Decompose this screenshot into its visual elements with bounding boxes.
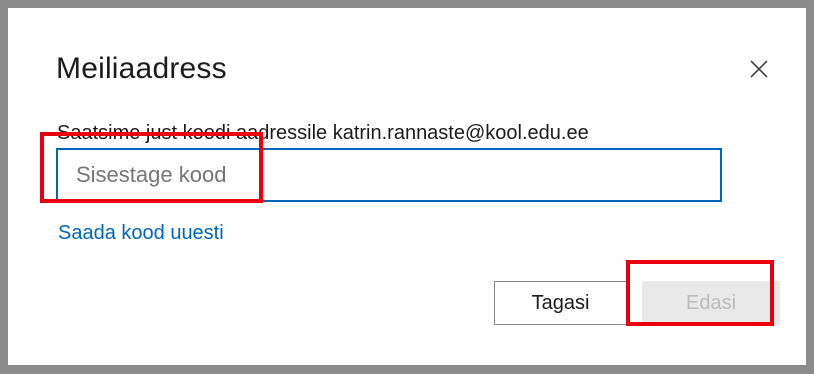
resend-code-link[interactable]: Saada kood uuesti	[58, 222, 224, 245]
code-sent-info: Saatsime just koodi aadressile katrin.ra…	[57, 122, 589, 144]
next-button[interactable]: Edasi	[642, 281, 780, 325]
back-button[interactable]: Tagasi	[494, 281, 627, 325]
close-icon	[750, 60, 768, 78]
email-verification-dialog: Meiliaadress Saatsime just koodi aadress…	[8, 8, 806, 365]
code-input[interactable]	[56, 148, 722, 202]
dialog-title: Meiliaadress	[56, 52, 227, 85]
close-button[interactable]	[744, 54, 774, 84]
